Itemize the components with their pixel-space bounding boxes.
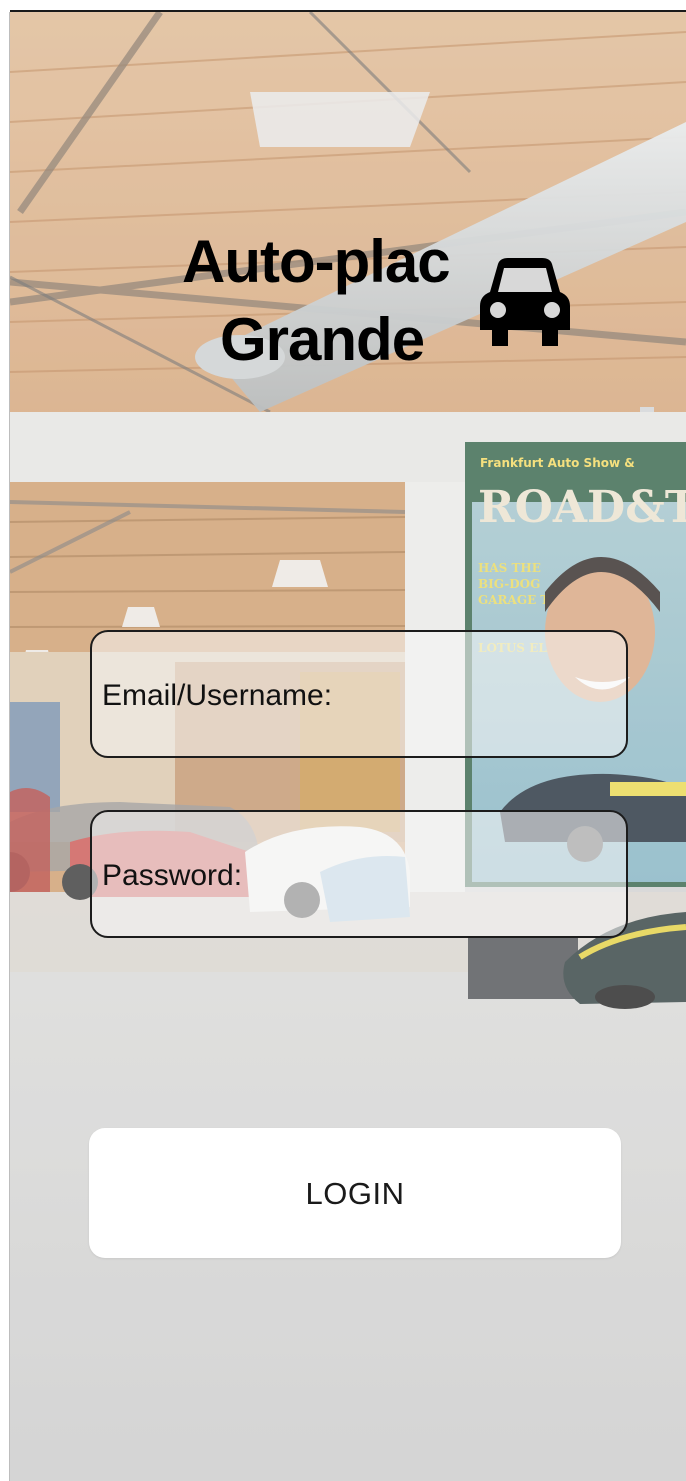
car-icon (480, 258, 570, 346)
password-field[interactable]: Password: (90, 810, 628, 938)
login-button-label: LOGIN (305, 1176, 405, 1211)
password-label: Password: (102, 859, 243, 892)
app-title-line-2: Grande (220, 306, 425, 373)
login-button[interactable]: LOGIN (89, 1128, 621, 1258)
email-label: Email/Username: (102, 679, 333, 712)
password-input[interactable] (282, 842, 616, 904)
email-field[interactable]: Email/Username: (90, 630, 628, 758)
email-input[interactable] (382, 662, 616, 724)
app-title-block: Auto-plac Grande (170, 218, 590, 378)
login-screen: ROAD&TRAC Frankfurt Auto Show & HAS THE … (10, 12, 686, 1481)
window-left-border (0, 12, 10, 1481)
window-top-border (0, 0, 686, 13)
app-title-line-1: Auto-plac (182, 228, 451, 295)
